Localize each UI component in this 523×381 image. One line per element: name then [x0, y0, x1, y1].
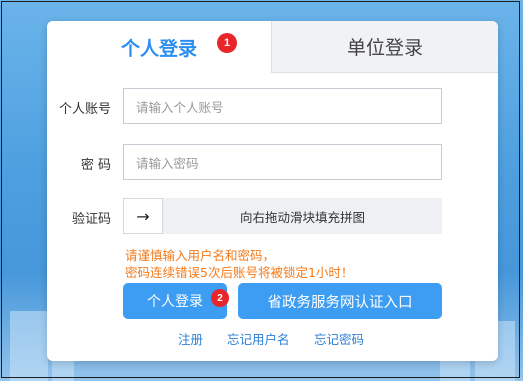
login-tabs: 个人登录 1 单位登录: [47, 21, 498, 73]
captcha-label: 验证码: [71, 212, 111, 227]
register-link[interactable]: 注册: [178, 329, 203, 348]
account-input[interactable]: 请输入个人账号: [123, 88, 442, 124]
step-badge: 1: [217, 33, 237, 53]
tab-personal-label: 个人登录: [120, 37, 197, 60]
slider-handle[interactable]: →: [123, 198, 163, 234]
background-building: [10, 311, 48, 381]
arrow-right-icon: →: [136, 206, 150, 226]
forgot-username-link[interactable]: 忘记用户名: [227, 329, 290, 348]
slider-hint: 向右拖动滑块填充拼图: [239, 209, 365, 225]
tab-unit-login[interactable]: 单位登录: [271, 21, 498, 73]
password-input[interactable]: 请输入密码: [123, 144, 442, 180]
step-badge: 2: [211, 289, 229, 307]
login-card: 个人登录 1 单位登录 个人账号 请输入个人账号 密 码 请输入密码 验证码 →…: [47, 21, 498, 361]
login-button-label: 个人登录: [147, 294, 203, 310]
password-label: 密 码: [80, 158, 111, 173]
slider-captcha: → 向右拖动滑块填充拼图: [123, 198, 442, 234]
warning-line-2: 密码连续错误5次后账号将被锁定1小时！: [125, 265, 354, 280]
gov-auth-button-label: 省政务服务网认证入口: [267, 294, 413, 311]
tab-personal-login[interactable]: 个人登录: [47, 21, 271, 73]
password-placeholder: 请输入密码: [136, 155, 199, 171]
gov-auth-button[interactable]: 省政务服务网认证入口: [238, 283, 442, 319]
tab-unit-label: 单位登录: [346, 37, 423, 59]
forgot-password-link[interactable]: 忘记密码: [314, 329, 364, 348]
account-placeholder: 请输入个人账号: [136, 99, 224, 115]
account-label: 个人账号: [58, 102, 111, 117]
